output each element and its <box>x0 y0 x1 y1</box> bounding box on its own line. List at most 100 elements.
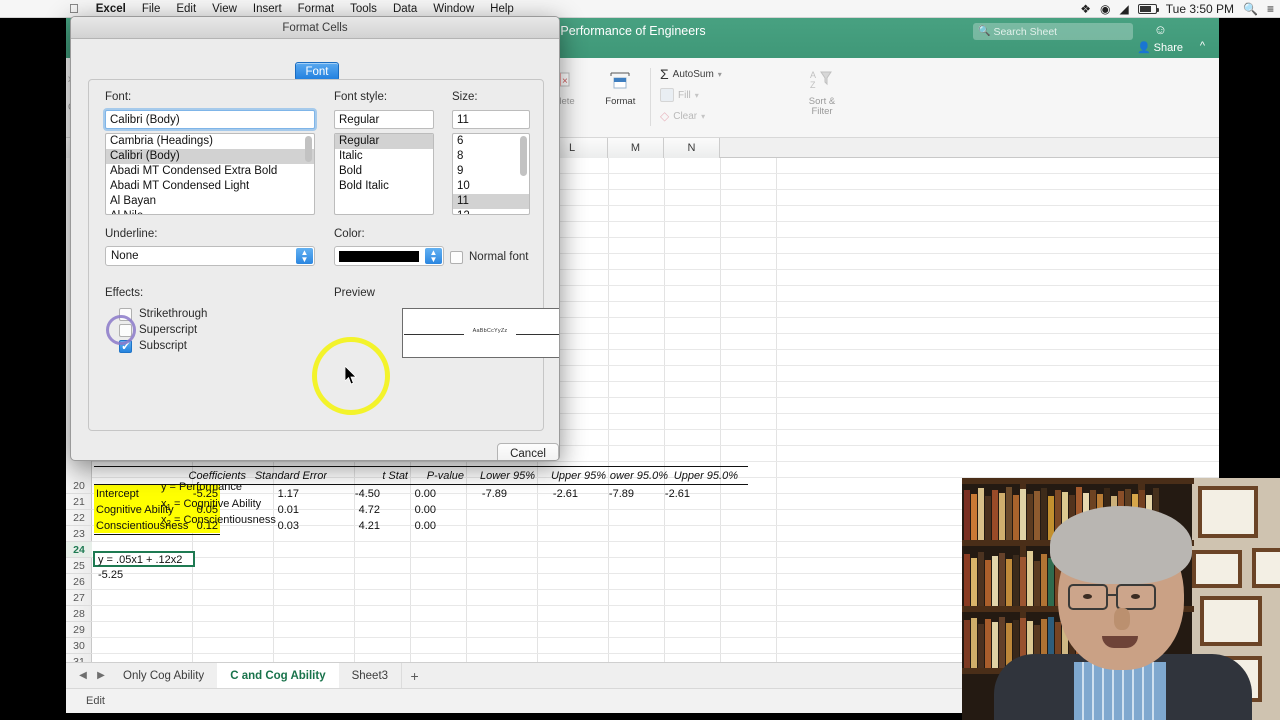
font-style-input[interactable]: Regular <box>334 110 434 129</box>
autosum-label: AutoSum <box>672 68 714 80</box>
chevron-up-icon[interactable]: ^ <box>1200 40 1205 52</box>
row-header-29[interactable]: 29 <box>66 622 92 638</box>
font-list-item[interactable]: Abadi MT Condensed Extra Bold <box>106 164 314 179</box>
menu-excel[interactable]: Excel <box>88 0 134 18</box>
font-style-label: Font style: <box>334 91 388 103</box>
share-button[interactable]: 👤 Share <box>1137 41 1183 55</box>
font-size-item[interactable]: 9 <box>453 164 529 179</box>
font-size-list-scrollbar[interactable] <box>519 136 528 212</box>
chevron-left-icon[interactable]: ◀ <box>74 670 92 681</box>
row-header-20[interactable]: 20 <box>66 478 92 494</box>
wifi-icon[interactable]: ◢ <box>1120 0 1129 18</box>
screen-root:  Excel File Edit View Insert Format Too… <box>0 0 1280 720</box>
cell-y-performance[interactable]: y = Performance <box>161 481 242 493</box>
chevron-updown-icon: ▲ ▼ <box>425 248 442 264</box>
menu-file[interactable]: File <box>134 0 169 18</box>
menu-help[interactable]: Help <box>482 0 522 18</box>
font-size-item-selected[interactable]: 11 <box>453 194 529 209</box>
diploma-frame <box>1198 486 1258 538</box>
underline-select[interactable]: None ▲ ▼ <box>105 246 315 266</box>
font-color-select[interactable]: ▲ ▼ <box>334 246 444 266</box>
dialog-title: Format Cells <box>71 17 559 39</box>
font-style-item[interactable]: Bold <box>335 164 433 179</box>
font-list-item[interactable]: Cambria (Headings) <box>106 134 314 149</box>
font-preview-box: AaBbCcYyZz <box>402 308 559 358</box>
mouse-pointer-icon <box>344 365 357 385</box>
size-label: Size: <box>452 91 478 103</box>
font-style-item[interactable]: Bold Italic <box>335 179 433 194</box>
font-size-item[interactable]: 12 <box>453 209 529 214</box>
cell-x1-definition[interactable]: x1 = Cognitive Ability <box>161 498 261 512</box>
preview-label: Preview <box>334 287 375 299</box>
chevron-updown-icon: ▲ ▼ <box>296 248 313 264</box>
font-size-list[interactable]: 6 8 9 10 11 12 <box>452 133 530 215</box>
selected-cell-F24[interactable]: y = .05x1 + .12x2 -5.25 <box>93 551 195 581</box>
menu-bar-status-items: ❖ ◉ ◢ Tue 3:50 PM 🔍 ≡ <box>1080 0 1274 18</box>
sort-filter-button[interactable]: AZ Sort & Filter <box>796 68 848 117</box>
sheet-tab-only-cog-ability[interactable]: Only Cog Ability <box>110 663 217 689</box>
apple-icon[interactable]:  <box>60 0 88 18</box>
column-header-M[interactable]: M <box>608 138 664 158</box>
row-header-24[interactable]: 24 <box>66 542 92 558</box>
notification-center-icon[interactable]: ≡ <box>1267 0 1274 18</box>
status-mode-label: Edit <box>86 695 105 707</box>
font-size-item[interactable]: 6 <box>453 134 529 149</box>
font-list-item[interactable]: Al Nile <box>106 209 314 214</box>
menu-tools[interactable]: Tools <box>342 0 385 18</box>
font-list-item-selected[interactable]: Calibri (Body) <box>106 149 314 164</box>
clear-button[interactable]: ◇ Clear ▾ <box>660 109 705 123</box>
search-input[interactable]: 🔍 Search Sheet <box>973 23 1133 40</box>
font-list-item[interactable]: Al Bayan <box>106 194 314 209</box>
menu-insert[interactable]: Insert <box>245 0 290 18</box>
subscript-highlight-ring <box>106 315 136 345</box>
fill-label: Fill <box>678 89 691 101</box>
clear-label: Clear <box>673 110 698 122</box>
cancel-button[interactable]: Cancel <box>497 443 559 460</box>
font-list[interactable]: Cambria (Headings) Calibri (Body) Abadi … <box>105 133 315 215</box>
menu-window[interactable]: Window <box>425 0 482 18</box>
row-header-27[interactable]: 27 <box>66 590 92 606</box>
font-name-input[interactable]: Calibri (Body) <box>105 110 315 129</box>
menu-edit[interactable]: Edit <box>168 0 204 18</box>
cell-x2-definition[interactable]: x2 = Conscientiousness <box>161 514 276 528</box>
menu-data[interactable]: Data <box>385 0 425 18</box>
add-sheet-button[interactable]: + <box>401 662 427 689</box>
font-style-item[interactable]: Italic <box>335 149 433 164</box>
search-placeholder: Search Sheet <box>993 25 1058 38</box>
format-cells-button[interactable]: Format <box>595 68 646 134</box>
chevron-right-icon[interactable]: ▶ <box>92 670 110 681</box>
row-header-26[interactable]: 26 <box>66 574 92 590</box>
font-list-scrollbar[interactable] <box>304 136 313 212</box>
font-size-item[interactable]: 10 <box>453 179 529 194</box>
menu-view[interactable]: View <box>204 0 245 18</box>
menu-bar-clock[interactable]: Tue 3:50 PM <box>1166 0 1234 18</box>
dropbox-icon[interactable]: ❖ <box>1080 0 1091 18</box>
smiley-icon[interactable]: ☺ <box>1154 22 1167 37</box>
font-style-list[interactable]: Regular Italic Bold Bold Italic <box>334 133 434 215</box>
column-header-N[interactable]: N <box>664 138 720 158</box>
row-header-28[interactable]: 28 <box>66 606 92 622</box>
sheet-tab-sheet3[interactable]: Sheet3 <box>339 663 401 689</box>
eraser-icon: ◇ <box>660 109 670 123</box>
font-style-item-selected[interactable]: Regular <box>335 134 433 149</box>
font-size-input[interactable]: 11 <box>452 110 530 129</box>
battery-icon[interactable] <box>1137 4 1159 14</box>
row-header-25[interactable]: 25 <box>66 558 92 574</box>
row-header-22[interactable]: 22 <box>66 510 92 526</box>
row-header-30[interactable]: 30 <box>66 638 92 654</box>
row-header-21[interactable]: 21 <box>66 494 92 510</box>
autosum-button[interactable]: Σ AutoSum ▾ <box>660 66 722 82</box>
chevron-down-icon: ▾ <box>717 69 722 79</box>
font-size-item[interactable]: 8 <box>453 149 529 164</box>
normal-font-label: Normal font <box>469 251 529 263</box>
fill-button[interactable]: Fill ▾ <box>660 88 699 102</box>
font-list-item[interactable]: Abadi MT Condensed Light <box>106 179 314 194</box>
sheet-tab-c-and-cog-ability[interactable]: C and Cog Ability <box>217 662 339 689</box>
search-icon[interactable]: 🔍 <box>1243 0 1258 18</box>
presenter-eye-right <box>1131 594 1140 599</box>
eyeglasses-bridge <box>1108 594 1116 596</box>
menu-format[interactable]: Format <box>290 0 342 18</box>
normal-font-checkbox[interactable] <box>450 251 463 264</box>
row-header-23[interactable]: 23 <box>66 526 92 542</box>
record-icon[interactable]: ◉ <box>1100 0 1110 18</box>
